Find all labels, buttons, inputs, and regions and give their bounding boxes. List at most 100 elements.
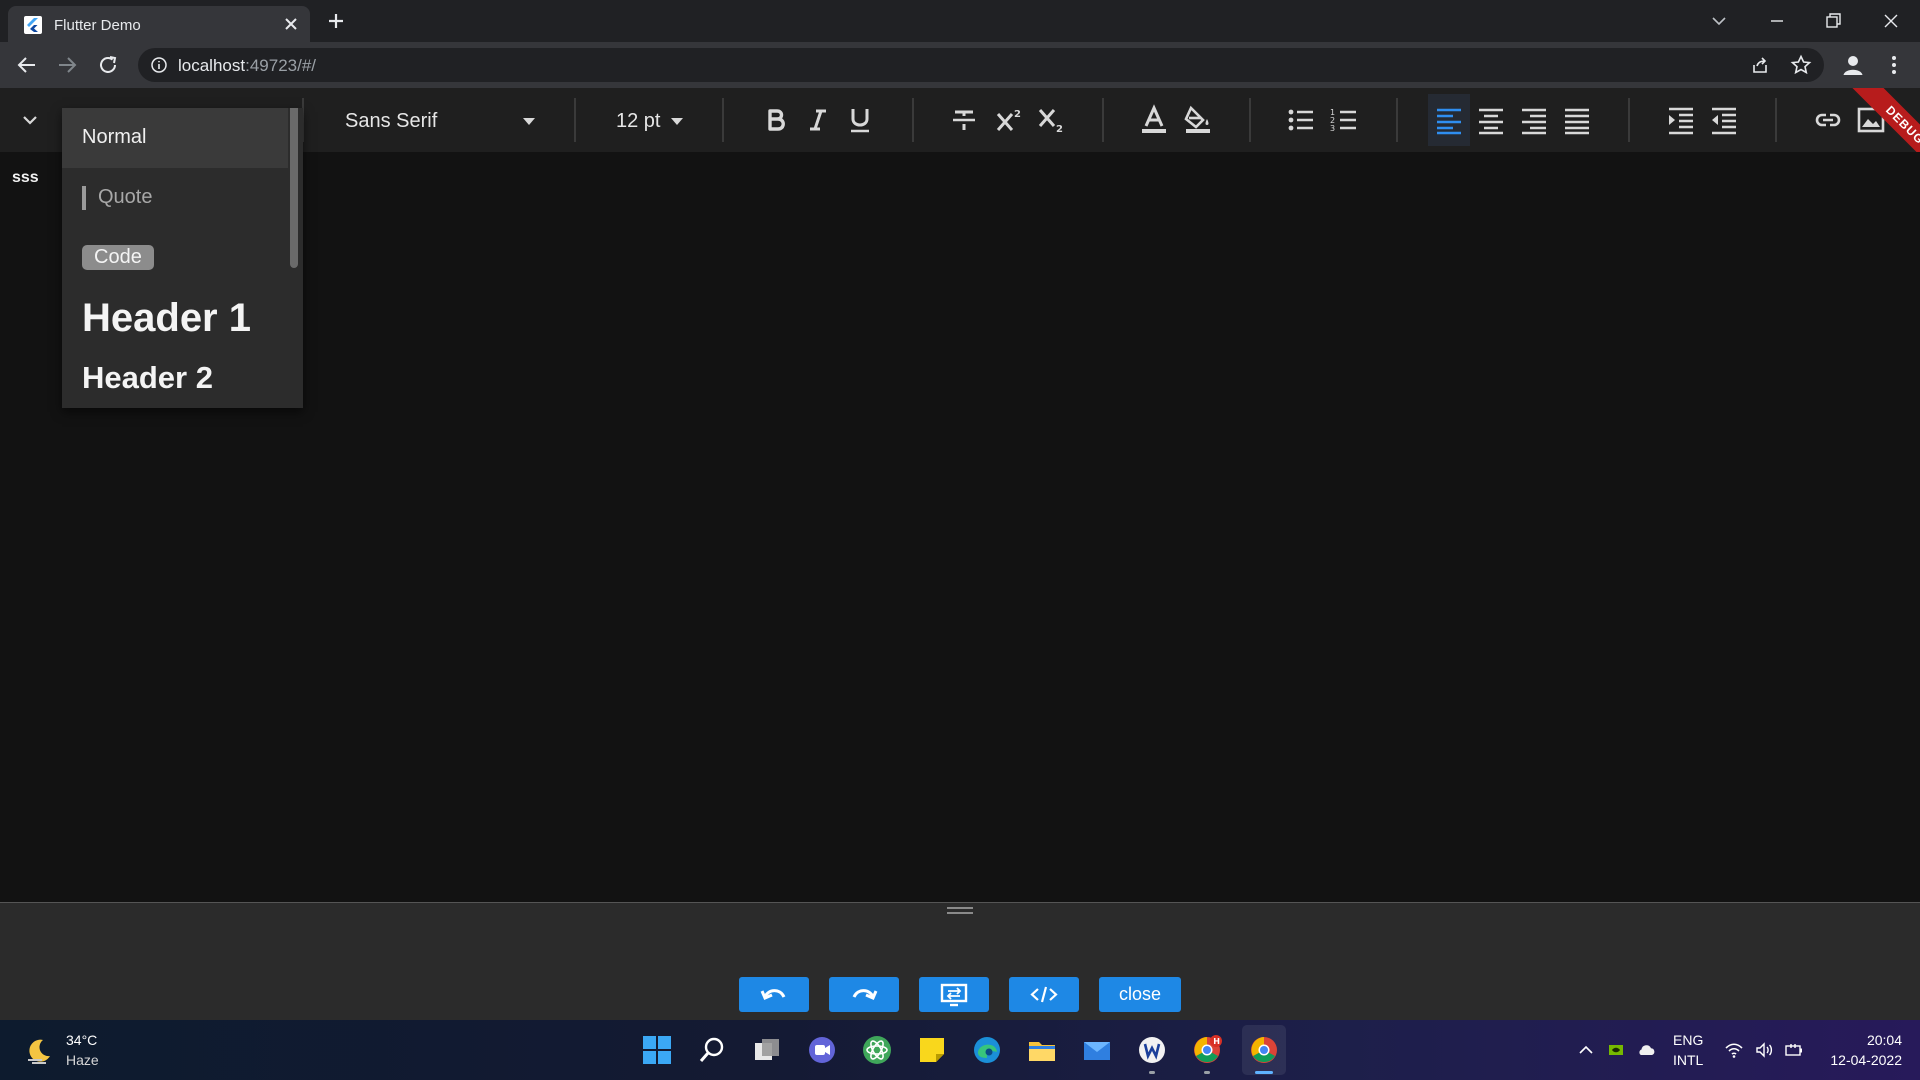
- style-option-normal[interactable]: Normal: [62, 108, 288, 168]
- italic-icon[interactable]: [802, 104, 834, 136]
- nvidia-icon[interactable]: [1606, 1040, 1626, 1060]
- editor-text[interactable]: sss: [12, 169, 39, 187]
- text-color-icon[interactable]: [1138, 104, 1170, 136]
- restore-icon[interactable]: [1820, 8, 1846, 34]
- tab-title: Flutter Demo: [54, 17, 141, 34]
- share-icon[interactable]: [1750, 55, 1770, 75]
- chrome-icon[interactable]: [1249, 1035, 1279, 1065]
- numbered-list-icon[interactable]: 123: [1328, 104, 1360, 136]
- sticky-notes-icon[interactable]: [917, 1035, 947, 1065]
- bullet-list-icon[interactable]: [1285, 104, 1317, 136]
- style-option-header-1[interactable]: Header 1: [62, 288, 288, 348]
- flutter-icon: [24, 16, 42, 34]
- swap-view-button[interactable]: [919, 977, 989, 1012]
- chevron-down-icon[interactable]: [14, 104, 46, 136]
- chevron-up-icon[interactable]: [1576, 1040, 1596, 1060]
- close-icon[interactable]: [282, 15, 300, 33]
- weather-description[interactable]: Haze: [66, 1052, 99, 1068]
- weather-temperature[interactable]: 34°C: [66, 1032, 97, 1048]
- fill-color-icon[interactable]: [1182, 104, 1214, 136]
- search-icon[interactable]: [697, 1035, 727, 1065]
- toolbar-divider: [1249, 98, 1251, 142]
- toolbar-divider: [912, 98, 914, 142]
- minimize-icon[interactable]: [1764, 8, 1790, 34]
- input-language[interactable]: ENG: [1673, 1032, 1703, 1048]
- style-option-label: Header 1: [82, 296, 251, 340]
- clock-date[interactable]: 12-04-2022: [1818, 1052, 1902, 1068]
- input-layout[interactable]: INTL: [1673, 1052, 1703, 1068]
- wifi-icon[interactable]: [1724, 1040, 1744, 1060]
- style-option-label: Normal: [82, 126, 147, 148]
- bookmark-star-icon[interactable]: [1790, 54, 1812, 76]
- style-option-label: Header 2: [82, 360, 213, 395]
- svg-text:2: 2: [1014, 109, 1021, 120]
- align-right-icon[interactable]: [1518, 104, 1550, 136]
- svg-text:2: 2: [1056, 124, 1063, 135]
- running-indicator: [1204, 1071, 1210, 1074]
- underline-icon[interactable]: [844, 104, 876, 136]
- app-w-icon[interactable]: [1137, 1035, 1167, 1065]
- windows-start-icon[interactable]: [642, 1035, 672, 1065]
- mail-icon[interactable]: [1082, 1035, 1112, 1065]
- redo-button[interactable]: [829, 977, 899, 1012]
- edge-browser-icon[interactable]: [972, 1035, 1002, 1065]
- toolbar-divider: [722, 98, 724, 142]
- volume-icon[interactable]: [1754, 1040, 1774, 1060]
- url-input[interactable]: localhost:49723/#/: [138, 48, 1824, 82]
- clock-time[interactable]: 20:04: [1842, 1032, 1902, 1048]
- indent-icon[interactable]: [1665, 104, 1697, 136]
- close-button[interactable]: close: [1099, 977, 1181, 1012]
- url-text: localhost:49723/#/: [178, 56, 316, 76]
- toolbar-divider: [1775, 98, 1777, 142]
- align-center-icon[interactable]: [1475, 104, 1507, 136]
- moon-haze-icon[interactable]: [24, 1036, 54, 1066]
- onedrive-cloud-icon[interactable]: [1636, 1040, 1656, 1060]
- font-size-dropdown[interactable]: 12 pt: [616, 110, 660, 133]
- back-icon[interactable]: [15, 53, 39, 77]
- active-indicator: [1255, 1071, 1273, 1074]
- teams-chat-icon[interactable]: [807, 1035, 837, 1065]
- caret-down-icon[interactable]: [520, 115, 538, 127]
- reload-icon[interactable]: [96, 53, 120, 77]
- style-option-label: Quote: [98, 186, 153, 208]
- resize-handle[interactable]: [947, 907, 973, 914]
- style-option-code[interactable]: Code: [62, 228, 288, 288]
- file-explorer-icon[interactable]: [1027, 1035, 1057, 1065]
- undo-button[interactable]: [739, 977, 809, 1012]
- kebab-menu-icon[interactable]: [1882, 53, 1906, 77]
- subscript-icon[interactable]: 2: [1036, 104, 1068, 136]
- swap-view-icon: [940, 983, 968, 1007]
- chrome-profile-icon[interactable]: H: [1192, 1035, 1222, 1065]
- atom-app-icon[interactable]: [862, 1035, 892, 1065]
- plus-icon[interactable]: [326, 11, 346, 31]
- chevron-down-icon[interactable]: [1706, 8, 1732, 34]
- forward-icon[interactable]: [55, 53, 79, 77]
- task-view-icon[interactable]: [752, 1035, 782, 1065]
- browser-tab-strip: Flutter Demo: [0, 0, 1920, 42]
- profile-icon[interactable]: [1840, 52, 1866, 78]
- browser-tab[interactable]: Flutter Demo: [8, 6, 310, 42]
- strikethrough-icon[interactable]: [948, 104, 980, 136]
- bold-icon[interactable]: [760, 104, 792, 136]
- caret-down-icon[interactable]: [668, 115, 686, 127]
- style-option-header-2[interactable]: Header 2: [62, 348, 288, 408]
- text-style-menu: Normal Quote Code Header 1 Header 2: [62, 108, 303, 408]
- outdent-icon[interactable]: [1708, 104, 1740, 136]
- chrome-badge-text: H: [1213, 1037, 1220, 1046]
- close-icon[interactable]: [1878, 8, 1904, 34]
- font-family-dropdown[interactable]: Sans Serif: [345, 110, 437, 133]
- windows-taskbar: 34°C Haze H ENG INTL 20:04 12-04-2022: [0, 1020, 1920, 1080]
- code-view-button[interactable]: [1009, 977, 1079, 1012]
- style-option-quote[interactable]: Quote: [62, 168, 288, 228]
- superscript-icon[interactable]: 2: [994, 104, 1026, 136]
- toolbar-divider: [1102, 98, 1104, 142]
- menu-scrollbar[interactable]: [290, 108, 298, 268]
- info-icon[interactable]: [150, 56, 168, 74]
- align-left-icon[interactable]: [1433, 104, 1465, 136]
- url-host: localhost: [178, 56, 246, 75]
- code-view-icon: [1030, 986, 1058, 1003]
- align-justify-icon[interactable]: [1561, 104, 1593, 136]
- quote-bar: [82, 186, 86, 210]
- battery-icon[interactable]: [1784, 1040, 1804, 1060]
- address-bar-row: localhost:49723/#/: [0, 42, 1920, 88]
